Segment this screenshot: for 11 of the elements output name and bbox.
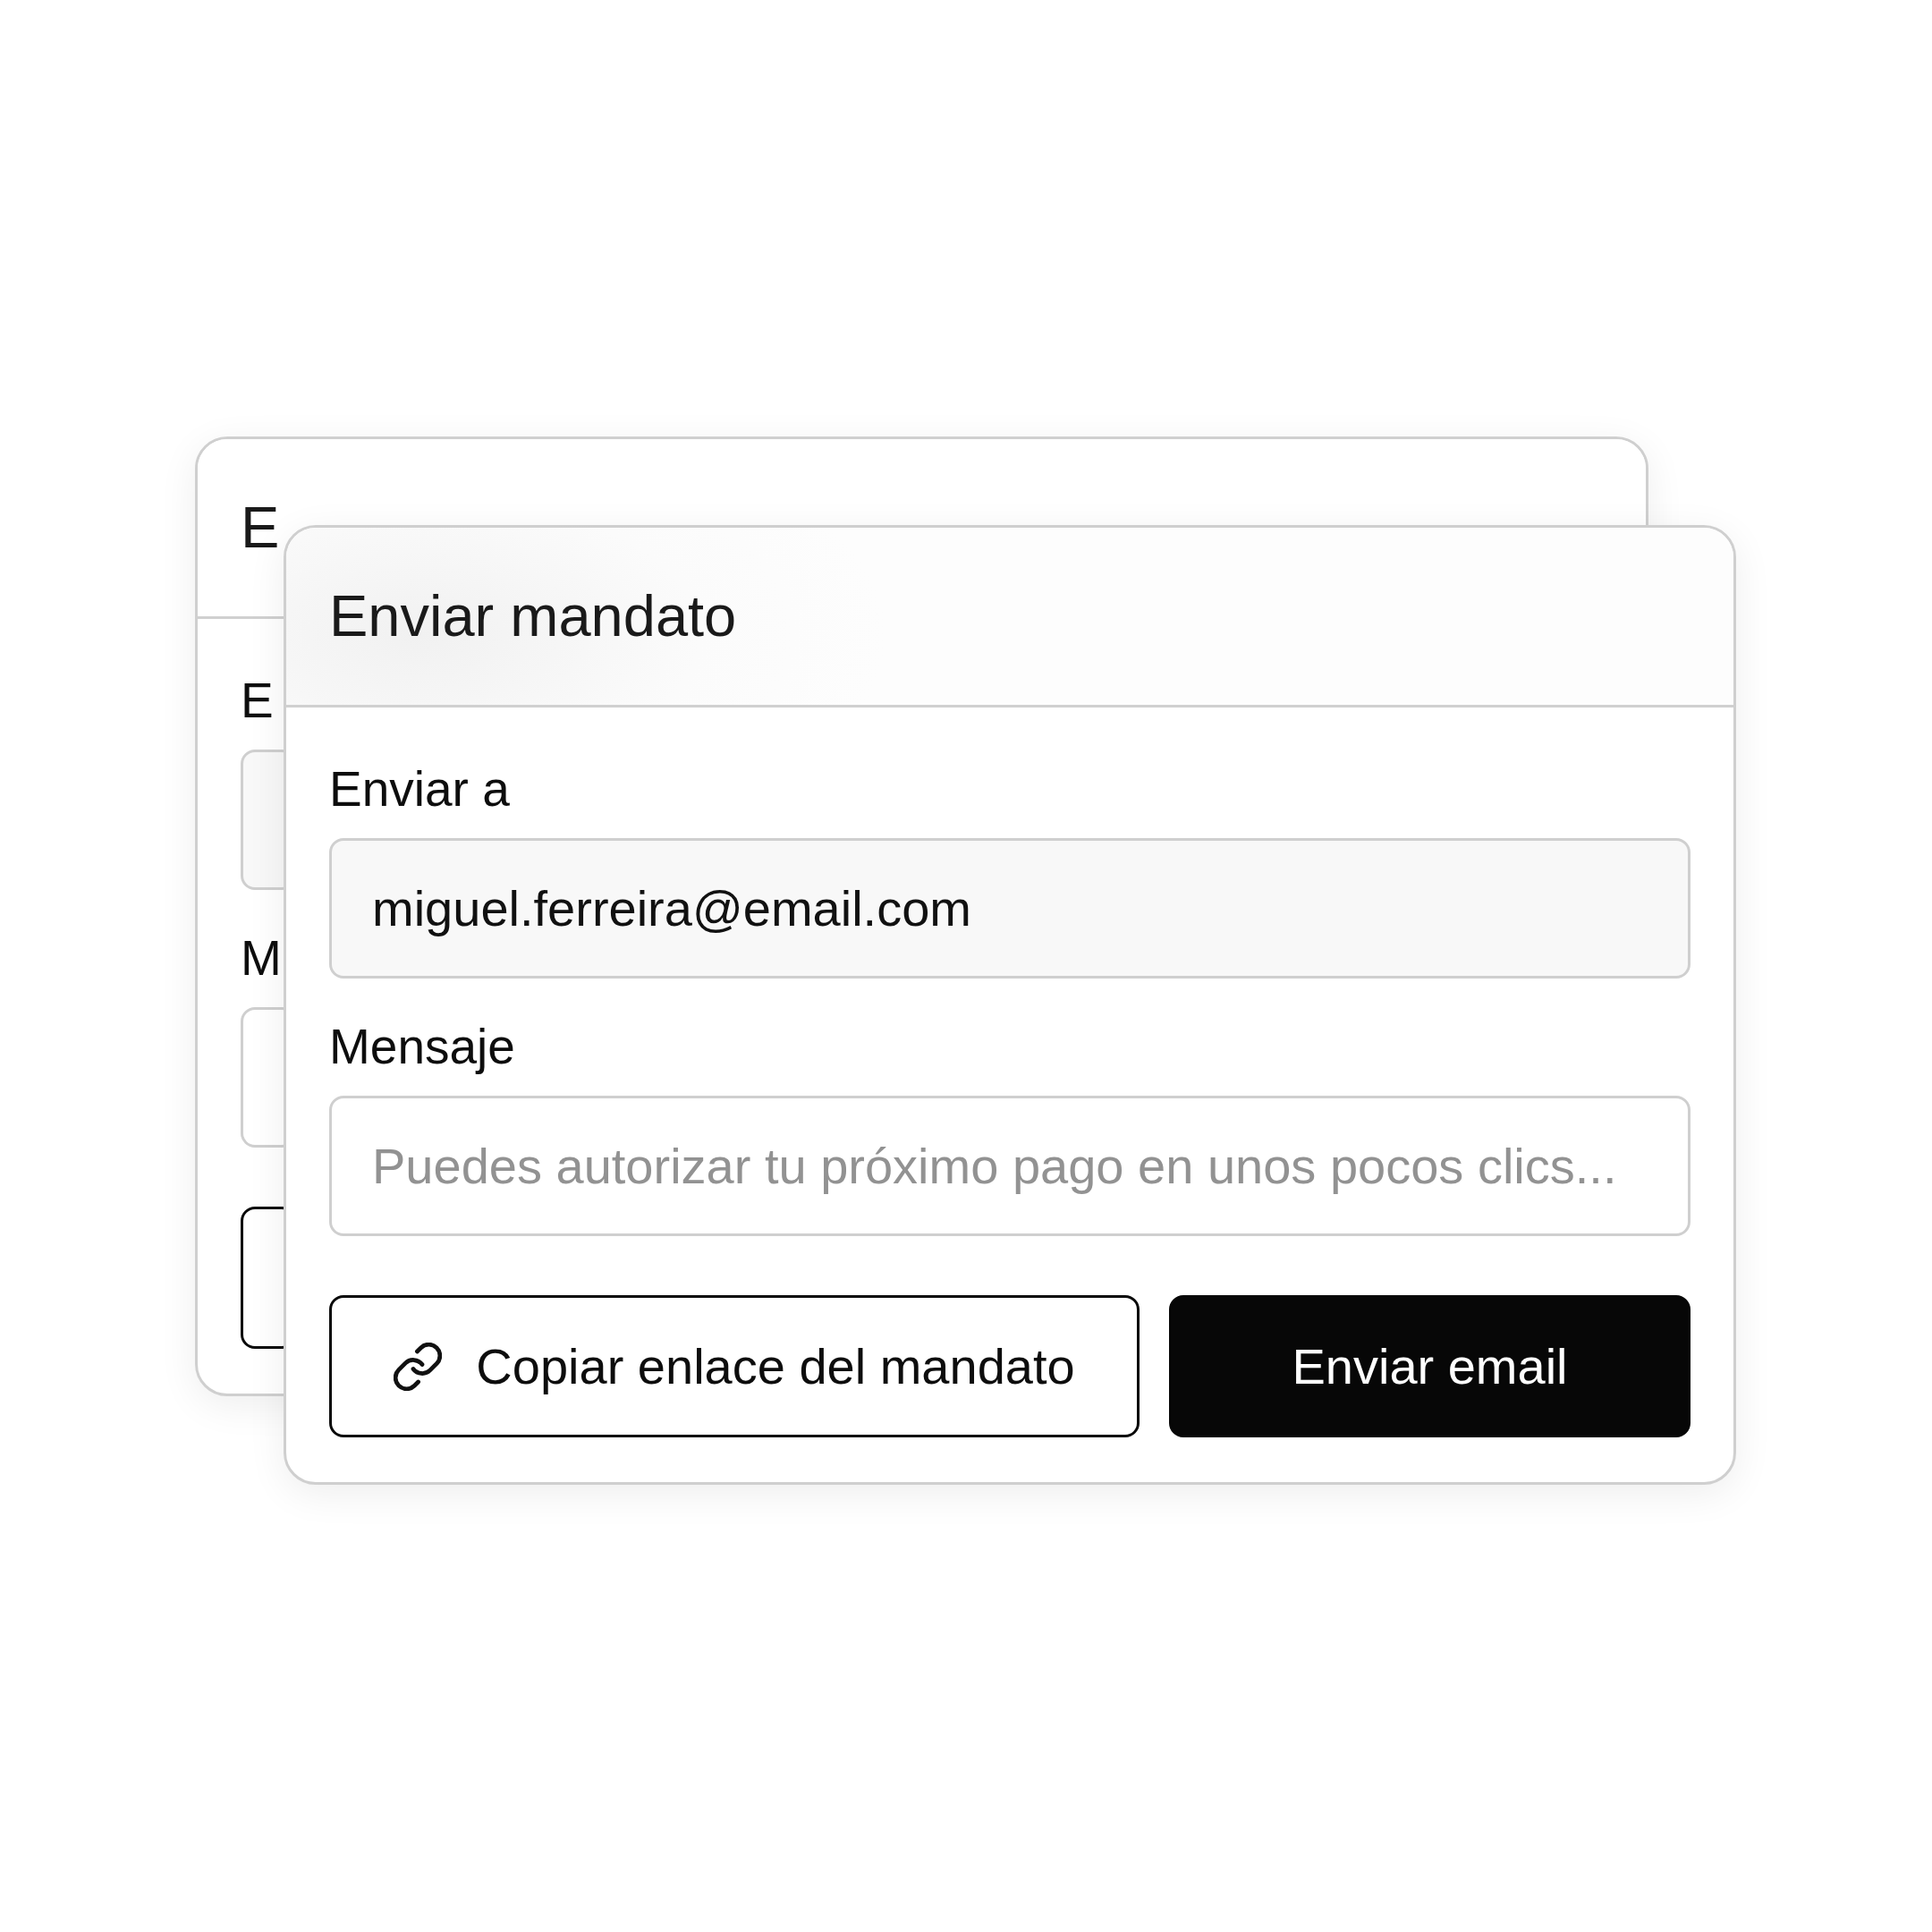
send-button[interactable]: Enviar email xyxy=(1169,1295,1690,1437)
message-field[interactable]: Puedes autorizar tu próximo pago en unos pocos clics... xyxy=(329,1096,1690,1236)
dialog-title: Enviar mandato xyxy=(329,582,737,650)
email-field[interactable]: miguel.ferreira@email.com xyxy=(329,838,1690,979)
dialog-title: E xyxy=(241,494,280,562)
field-label: M xyxy=(241,929,282,987)
field-label: Enviar a xyxy=(329,760,510,818)
field-label: E xyxy=(241,672,274,730)
field-label: Mensaje xyxy=(329,1018,515,1076)
link-icon xyxy=(394,1342,443,1391)
copy-link-button[interactable]: Copiar enlace del mandato xyxy=(329,1295,1140,1437)
